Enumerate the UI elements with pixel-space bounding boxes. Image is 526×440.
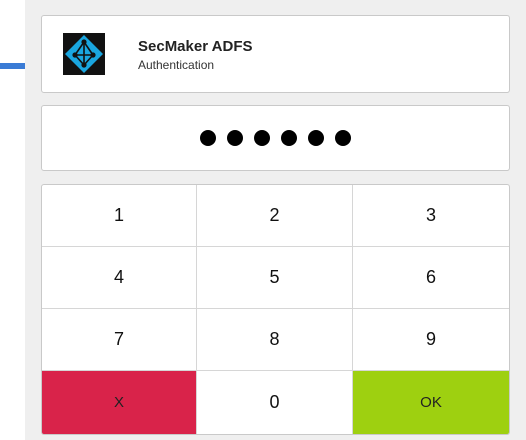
- key-5[interactable]: 5: [197, 247, 353, 309]
- pin-dot: [227, 130, 243, 146]
- pin-dot: [281, 130, 297, 146]
- key-4[interactable]: 4: [42, 247, 197, 309]
- key-3[interactable]: 3: [353, 185, 509, 247]
- key-0[interactable]: 0: [197, 371, 353, 434]
- pin-display: [41, 105, 510, 171]
- key-6[interactable]: 6: [353, 247, 509, 309]
- adfs-network-logo-icon: [63, 33, 105, 75]
- pin-dot: [335, 130, 351, 146]
- pin-dot: [308, 130, 324, 146]
- app-name: SecMaker ADFS: [138, 38, 253, 55]
- pin-dot: [200, 130, 216, 146]
- pin-dialog: SecMaker ADFS Authentication 1 2 3 4 5 6…: [25, 0, 526, 440]
- dialog-header: SecMaker ADFS Authentication: [41, 15, 510, 93]
- pin-dots: [42, 121, 509, 155]
- app-subtitle: Authentication: [138, 58, 215, 72]
- ok-button[interactable]: OK: [353, 371, 509, 434]
- key-7[interactable]: 7: [42, 309, 197, 371]
- keypad: 1 2 3 4 5 6 7 8 9 X 0 OK: [41, 184, 510, 435]
- key-9[interactable]: 9: [353, 309, 509, 371]
- key-1[interactable]: 1: [42, 185, 197, 247]
- key-8[interactable]: 8: [197, 309, 353, 371]
- pin-dot: [254, 130, 270, 146]
- cancel-button[interactable]: X: [42, 371, 197, 434]
- key-2[interactable]: 2: [197, 185, 353, 247]
